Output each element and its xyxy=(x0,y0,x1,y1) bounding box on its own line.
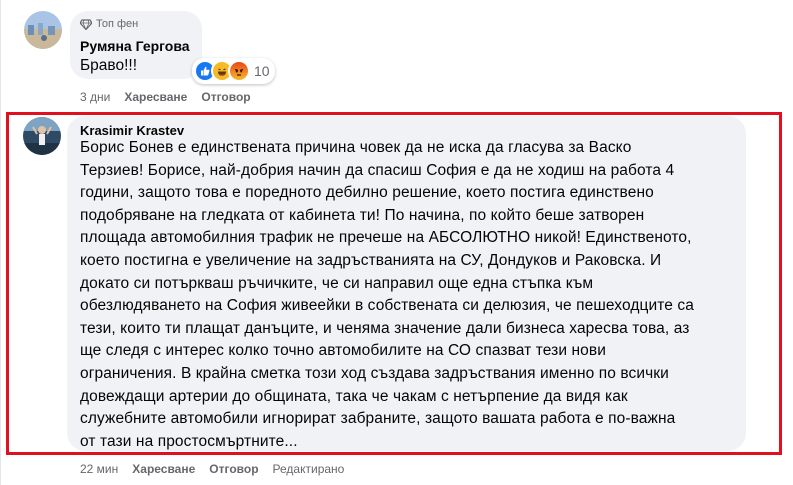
avatar-photo xyxy=(24,11,62,49)
comment-timestamp[interactable]: 3 дни xyxy=(80,90,110,104)
like-button[interactable]: Харесване xyxy=(124,90,187,104)
edited-label: Редактирано xyxy=(272,462,345,476)
reaction-count: 10 xyxy=(254,63,270,79)
comment-author[interactable]: Румяна Гергова xyxy=(80,38,190,54)
like-button[interactable]: Харесване xyxy=(132,462,195,476)
comment-actions-2: 22 мин Харесване Отговор Редактирано xyxy=(80,462,358,476)
badge-label: Топ фен xyxy=(96,18,139,30)
comment-text: Браво!!! xyxy=(80,57,138,74)
diamond-icon xyxy=(80,18,92,30)
thread-line xyxy=(0,0,1,485)
comment-actions-1: 3 дни Харесване Отговор xyxy=(80,90,265,104)
reactions-summary[interactable]: 10 xyxy=(192,58,275,84)
comment-timestamp[interactable]: 22 мин xyxy=(80,462,118,476)
top-fan-badge: Топ фен xyxy=(80,18,138,30)
avatar-rumyana[interactable] xyxy=(24,11,62,49)
reply-button[interactable]: Отговор xyxy=(209,462,258,476)
highlight-box xyxy=(6,112,782,455)
reply-button[interactable]: Отговор xyxy=(201,90,250,104)
angry-reaction-icon xyxy=(228,60,250,82)
